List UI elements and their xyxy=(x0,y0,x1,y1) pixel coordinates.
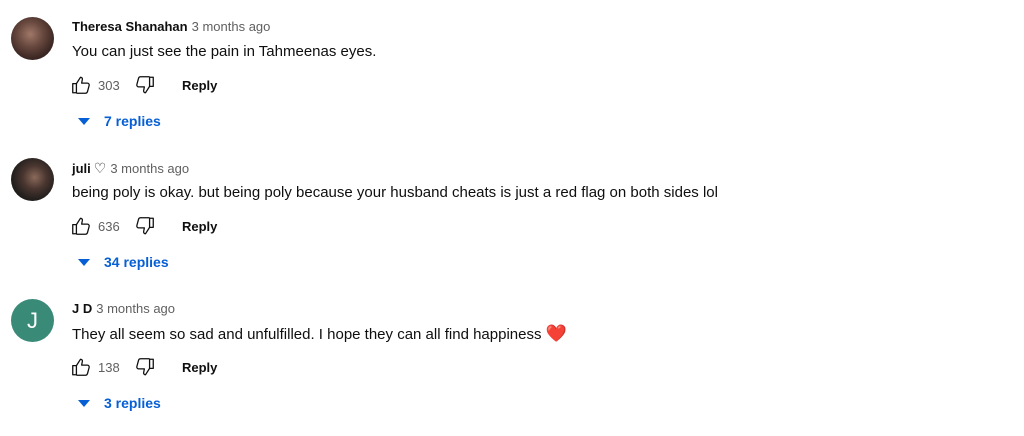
thumbs-down-icon[interactable] xyxy=(134,74,156,96)
comment-text-body: being poly is okay. but being poly becau… xyxy=(72,184,718,201)
view-replies-button[interactable]: 34 replies xyxy=(78,252,169,272)
replies-label: 3 replies xyxy=(104,395,161,411)
avatar[interactable] xyxy=(11,17,54,60)
thumbs-down-icon[interactable] xyxy=(134,215,156,237)
view-replies-button[interactable]: 3 replies xyxy=(78,393,161,413)
comment-thread: J J D 3 months ago They all seem so sad a… xyxy=(0,282,1024,423)
avatar[interactable]: J xyxy=(11,299,54,342)
comment-time[interactable]: 3 months ago xyxy=(96,301,175,316)
comment-actions: 303 Reply xyxy=(70,73,217,97)
comment-time[interactable]: 3 months ago xyxy=(110,161,189,176)
heart-icon: ♡ xyxy=(93,160,107,176)
like-count: 138 xyxy=(98,359,120,375)
thumbs-down-icon[interactable] xyxy=(134,356,156,378)
comment-author[interactable]: juli xyxy=(72,161,91,176)
comment-author[interactable]: J D xyxy=(72,301,92,316)
reply-button[interactable]: Reply xyxy=(182,219,217,234)
like-count: 636 xyxy=(98,218,120,234)
thumbs-up-icon[interactable] xyxy=(70,215,92,237)
caret-down-icon xyxy=(78,117,90,125)
comment-text: You can just see the pain in Tahmeenas e… xyxy=(72,43,376,61)
view-replies-button[interactable]: 7 replies xyxy=(78,111,161,131)
comment-text: They all seem so sad and unfulfilled. I … xyxy=(72,325,567,344)
comment-text-body: You can just see the pain in Tahmeenas e… xyxy=(72,43,377,60)
comment-text-body: They all seem so sad and unfulfilled. I … xyxy=(72,326,542,343)
like-count: 303 xyxy=(98,77,120,93)
avatar[interactable] xyxy=(11,158,54,201)
thumbs-up-icon[interactable] xyxy=(70,74,92,96)
red-heart-emoji: ❤️ xyxy=(545,324,567,343)
comment-text: being poly is okay. but being poly becau… xyxy=(72,184,718,202)
comment-thread: juli ♡ 3 months ago being poly is okay. bu… xyxy=(0,141,1024,282)
reply-button[interactable]: Reply xyxy=(182,78,217,93)
avatar-letter: J xyxy=(27,307,38,333)
comment-actions: 138 Reply xyxy=(70,355,217,379)
replies-label: 7 replies xyxy=(104,113,161,129)
comment-header: J D 3 months ago xyxy=(72,301,175,317)
thumbs-up-icon[interactable] xyxy=(70,356,92,378)
comment-author[interactable]: Theresa Shanahan xyxy=(72,19,188,34)
comment-header: juli ♡ 3 months ago xyxy=(72,160,189,177)
comment-header: Theresa Shanahan 3 months ago xyxy=(72,19,270,35)
caret-down-icon xyxy=(78,258,90,266)
replies-label: 34 replies xyxy=(104,254,169,270)
comment-actions: 636 Reply xyxy=(70,214,217,238)
comments-section: Theresa Shanahan 3 months ago You can jus… xyxy=(0,0,1024,436)
comment-time[interactable]: 3 months ago xyxy=(192,19,271,34)
reply-button[interactable]: Reply xyxy=(182,360,217,375)
caret-down-icon xyxy=(78,399,90,407)
comment-thread: Theresa Shanahan 3 months ago You can jus… xyxy=(0,0,1024,141)
